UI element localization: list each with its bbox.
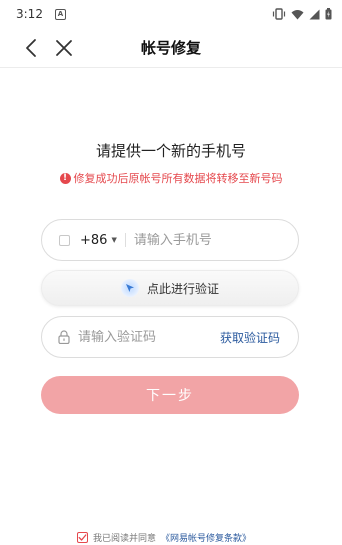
- status-time: 3:12: [16, 7, 43, 21]
- verify-button[interactable]: 点此进行验证: [41, 270, 299, 306]
- agreement: 我已阅读并同意 《网易帐号修复条款》: [77, 531, 251, 544]
- cell-signal-icon: [309, 9, 320, 19]
- close-icon[interactable]: [52, 36, 76, 60]
- status-bar: 3:12 A: [0, 0, 342, 28]
- headline: 请提供一个新的手机号: [95, 142, 246, 160]
- nav-bar: 帐号修复: [0, 28, 342, 68]
- notification-app-icon: A: [54, 8, 66, 20]
- verification-code-input[interactable]: [78, 329, 208, 345]
- battery-icon: [325, 8, 332, 20]
- divider: [124, 233, 126, 247]
- wifi-icon: [291, 9, 304, 19]
- status-icons: [272, 8, 332, 20]
- warning-text: 修复成功后原帐号所有数据将转移至新号码: [73, 172, 283, 185]
- verification-code-field: 获取验证码: [41, 316, 299, 358]
- phone-field: +86 ▼: [41, 219, 299, 261]
- agreement-checkbox[interactable]: [77, 532, 88, 543]
- get-code-button[interactable]: 获取验证码: [220, 329, 280, 346]
- back-arrow-icon[interactable]: [20, 36, 44, 60]
- warning-notice: ! 修复成功后原帐号所有数据将转移至新号码: [0, 170, 342, 186]
- vibrate-icon: [272, 8, 286, 20]
- next-step-button[interactable]: 下一步: [41, 376, 299, 414]
- phone-input[interactable]: [133, 232, 274, 248]
- checkmark-icon: [78, 534, 87, 541]
- country-code-selector[interactable]: +86 ▼: [80, 233, 117, 248]
- country-code-value: +86: [80, 232, 108, 248]
- lock-icon: [58, 330, 70, 344]
- agreement-terms-link[interactable]: 《网易帐号修复条款》: [161, 531, 251, 544]
- cursor-click-icon: [120, 279, 139, 297]
- agreement-text: 我已阅读并同意: [93, 534, 157, 544]
- chevron-down-icon: ▼: [111, 236, 117, 244]
- warning-icon: !: [59, 172, 71, 184]
- verify-label: 点此进行验证: [146, 281, 219, 296]
- phone-checkbox[interactable]: [59, 234, 70, 246]
